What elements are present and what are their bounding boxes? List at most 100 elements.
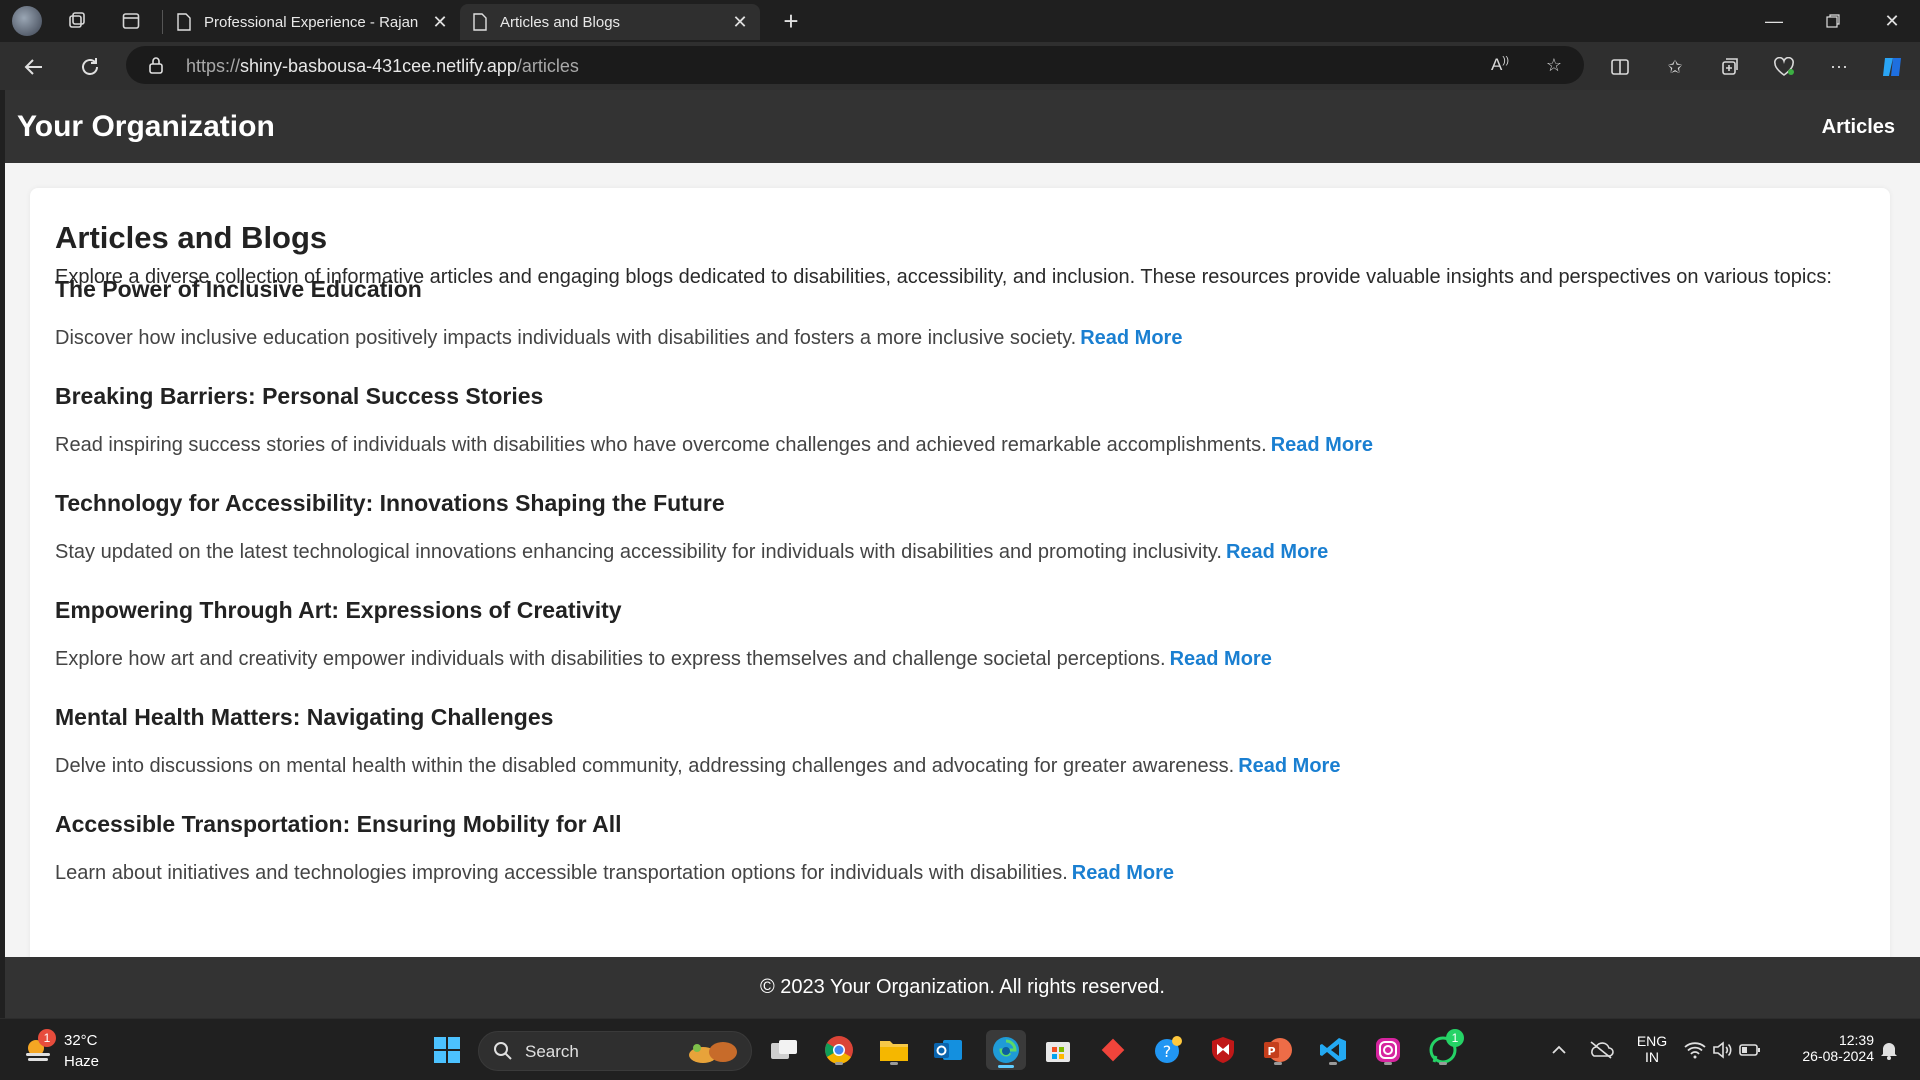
running-indicator xyxy=(835,1062,843,1065)
copyright-text: © 2023 Your Organization. All rights res… xyxy=(760,976,1165,998)
browser-essentials-icon[interactable] xyxy=(1770,53,1798,81)
article-item: Mental Health Matters: Navigating Challe… xyxy=(55,704,1855,778)
language-indicator[interactable]: ENG IN xyxy=(1632,1033,1672,1065)
whatsapp-icon[interactable]: 1 xyxy=(1426,1029,1464,1067)
back-arrow-icon[interactable] xyxy=(18,51,50,83)
split-screen-icon[interactable] xyxy=(1606,53,1634,81)
copilot-icon[interactable] xyxy=(1878,53,1906,81)
clock-time: 12:39 xyxy=(1838,1032,1874,1048)
article-item: The Power of Inclusive Education Discove… xyxy=(55,276,1855,350)
tab-professional-experience[interactable]: Professional Experience - Rajan ✕ xyxy=(164,4,460,40)
url-input[interactable]: https://shiny-basbousa-431cee.netlify.ap… xyxy=(126,46,1584,84)
region-code: IN xyxy=(1645,1049,1659,1065)
read-more-link[interactable]: Read More xyxy=(1170,648,1272,670)
volume-icon[interactable] xyxy=(1710,1033,1736,1067)
restore-icon[interactable] xyxy=(1805,0,1861,42)
profile-avatar-icon[interactable] xyxy=(12,6,42,36)
tab-title: Professional Experience - Rajan xyxy=(204,13,419,31)
search-icon xyxy=(493,1041,513,1066)
file-explorer-icon[interactable] xyxy=(877,1033,911,1067)
weather-notification-badge: 1 xyxy=(38,1029,56,1047)
weather-temperature[interactable]: 32°C xyxy=(64,1032,98,1049)
more-options-icon[interactable]: ⋯ xyxy=(1825,53,1853,81)
article-title: Technology for Accessibility: Innovation… xyxy=(55,490,725,516)
article-description: Explore how art and creativity empower i… xyxy=(55,648,1855,671)
notifications-bell-icon[interactable] xyxy=(1874,1033,1904,1067)
nav-link-articles[interactable]: Articles xyxy=(1822,116,1895,139)
battery-icon[interactable] xyxy=(1737,1033,1763,1067)
tab-title: Articles and Blogs xyxy=(500,13,621,31)
article-description: Discover how inclusive education positiv… xyxy=(55,327,1855,350)
outlook-icon[interactable] xyxy=(931,1033,965,1067)
article-description-text: Learn about initiatives and technologies… xyxy=(55,862,1068,884)
workspaces-icon[interactable] xyxy=(62,6,92,36)
article-title: Accessible Transportation: Ensuring Mobi… xyxy=(55,811,622,837)
url-scheme: https:// xyxy=(186,56,241,76)
tab-articles-and-blogs[interactable]: Articles and Blogs ✕ xyxy=(460,4,760,40)
mcafee-icon[interactable] xyxy=(1206,1033,1240,1067)
page-title: Articles and Blogs xyxy=(55,220,328,255)
article-title: Mental Health Matters: Navigating Challe… xyxy=(55,704,554,730)
url-text: https://shiny-basbousa-431cee.netlify.ap… xyxy=(186,56,579,77)
close-window-icon[interactable]: ✕ xyxy=(1864,0,1920,42)
article-description: Learn about initiatives and technologies… xyxy=(55,862,1855,885)
chrome-icon[interactable] xyxy=(822,1033,856,1067)
favorite-star-icon[interactable]: ☆ xyxy=(1540,51,1568,79)
article-item: Technology for Accessibility: Innovation… xyxy=(55,490,1855,564)
lock-icon[interactable] xyxy=(148,56,164,79)
anydesk-icon[interactable] xyxy=(1096,1033,1130,1067)
instagram-icon[interactable] xyxy=(1371,1033,1405,1067)
read-more-link[interactable]: Read More xyxy=(1072,862,1174,884)
running-indicator xyxy=(1329,1062,1337,1065)
site-title[interactable]: Your Organization xyxy=(17,110,275,144)
tips-app-icon[interactable]: ? xyxy=(1151,1033,1185,1067)
read-more-link[interactable]: Read More xyxy=(1080,327,1182,349)
vscode-icon[interactable] xyxy=(1316,1033,1350,1067)
article-item: Accessible Transportation: Ensuring Mobi… xyxy=(55,811,1855,885)
article-description: Read inspiring success stories of indivi… xyxy=(55,434,1855,457)
minimize-icon[interactable]: — xyxy=(1746,0,1802,42)
collections-icon[interactable] xyxy=(1716,53,1744,81)
language-code: ENG xyxy=(1636,1033,1668,1049)
new-tab-plus-icon[interactable]: + xyxy=(776,6,806,36)
read-more-link[interactable]: Read More xyxy=(1226,541,1328,563)
search-label: Search xyxy=(525,1042,579,1061)
powerpoint-icon[interactable]: P xyxy=(1261,1033,1295,1067)
windows-start-icon[interactable] xyxy=(430,1033,464,1067)
article-title: The Power of Inclusive Education xyxy=(55,276,422,302)
page-icon xyxy=(473,13,487,31)
weather-condition[interactable]: Haze xyxy=(64,1053,99,1070)
article-title: Breaking Barriers: Personal Success Stor… xyxy=(55,383,544,409)
read-aloud-icon[interactable]: A)) xyxy=(1486,51,1514,79)
edge-icon[interactable] xyxy=(986,1030,1026,1070)
svg-text:P: P xyxy=(1267,1045,1275,1058)
page-icon xyxy=(177,13,191,31)
article-item: Empowering Through Art: Expressions of C… xyxy=(55,597,1855,671)
search-highlight-food-icon xyxy=(689,1042,737,1063)
wifi-icon[interactable] xyxy=(1682,1033,1708,1067)
microsoft-store-icon[interactable] xyxy=(1041,1033,1075,1067)
show-hidden-icons-chevron-icon[interactable] xyxy=(1545,1033,1573,1067)
articles-card: Articles and Blogs Explore a diverse col… xyxy=(30,188,1890,998)
read-more-link[interactable]: Read More xyxy=(1238,755,1340,777)
windows-taskbar: 1 32°C Haze Search ? P 1 ENG IN 12:39 26… xyxy=(0,1018,1920,1080)
url-host: shiny-basbousa-431cee.netlify.app xyxy=(240,56,517,76)
running-indicator xyxy=(890,1062,898,1065)
site-header: Your Organization Articles xyxy=(5,90,1920,163)
read-more-link[interactable]: Read More xyxy=(1271,434,1373,456)
onedrive-offline-icon[interactable] xyxy=(1585,1033,1617,1067)
clock[interactable]: 12:39 26-08-2024 xyxy=(1780,1032,1874,1064)
tab-divider xyxy=(162,10,163,34)
close-tab-icon[interactable]: ✕ xyxy=(430,12,450,32)
task-view-icon[interactable] xyxy=(767,1033,801,1067)
taskbar-search-box[interactable]: Search xyxy=(478,1031,752,1071)
vertical-tabs-icon[interactable] xyxy=(116,6,146,36)
refresh-icon[interactable] xyxy=(74,51,106,83)
close-tab-icon[interactable]: ✕ xyxy=(730,12,750,32)
site-footer: © 2023 Your Organization. All rights res… xyxy=(5,957,1920,1018)
running-indicator xyxy=(1439,1062,1447,1065)
article-title: Empowering Through Art: Expressions of C… xyxy=(55,597,622,623)
article-description-text: Discover how inclusive education positiv… xyxy=(55,327,1077,349)
favorites-icon[interactable]: ✩ xyxy=(1661,53,1689,81)
browser-tab-bar: Professional Experience - Rajan ✕ Articl… xyxy=(0,0,1920,42)
